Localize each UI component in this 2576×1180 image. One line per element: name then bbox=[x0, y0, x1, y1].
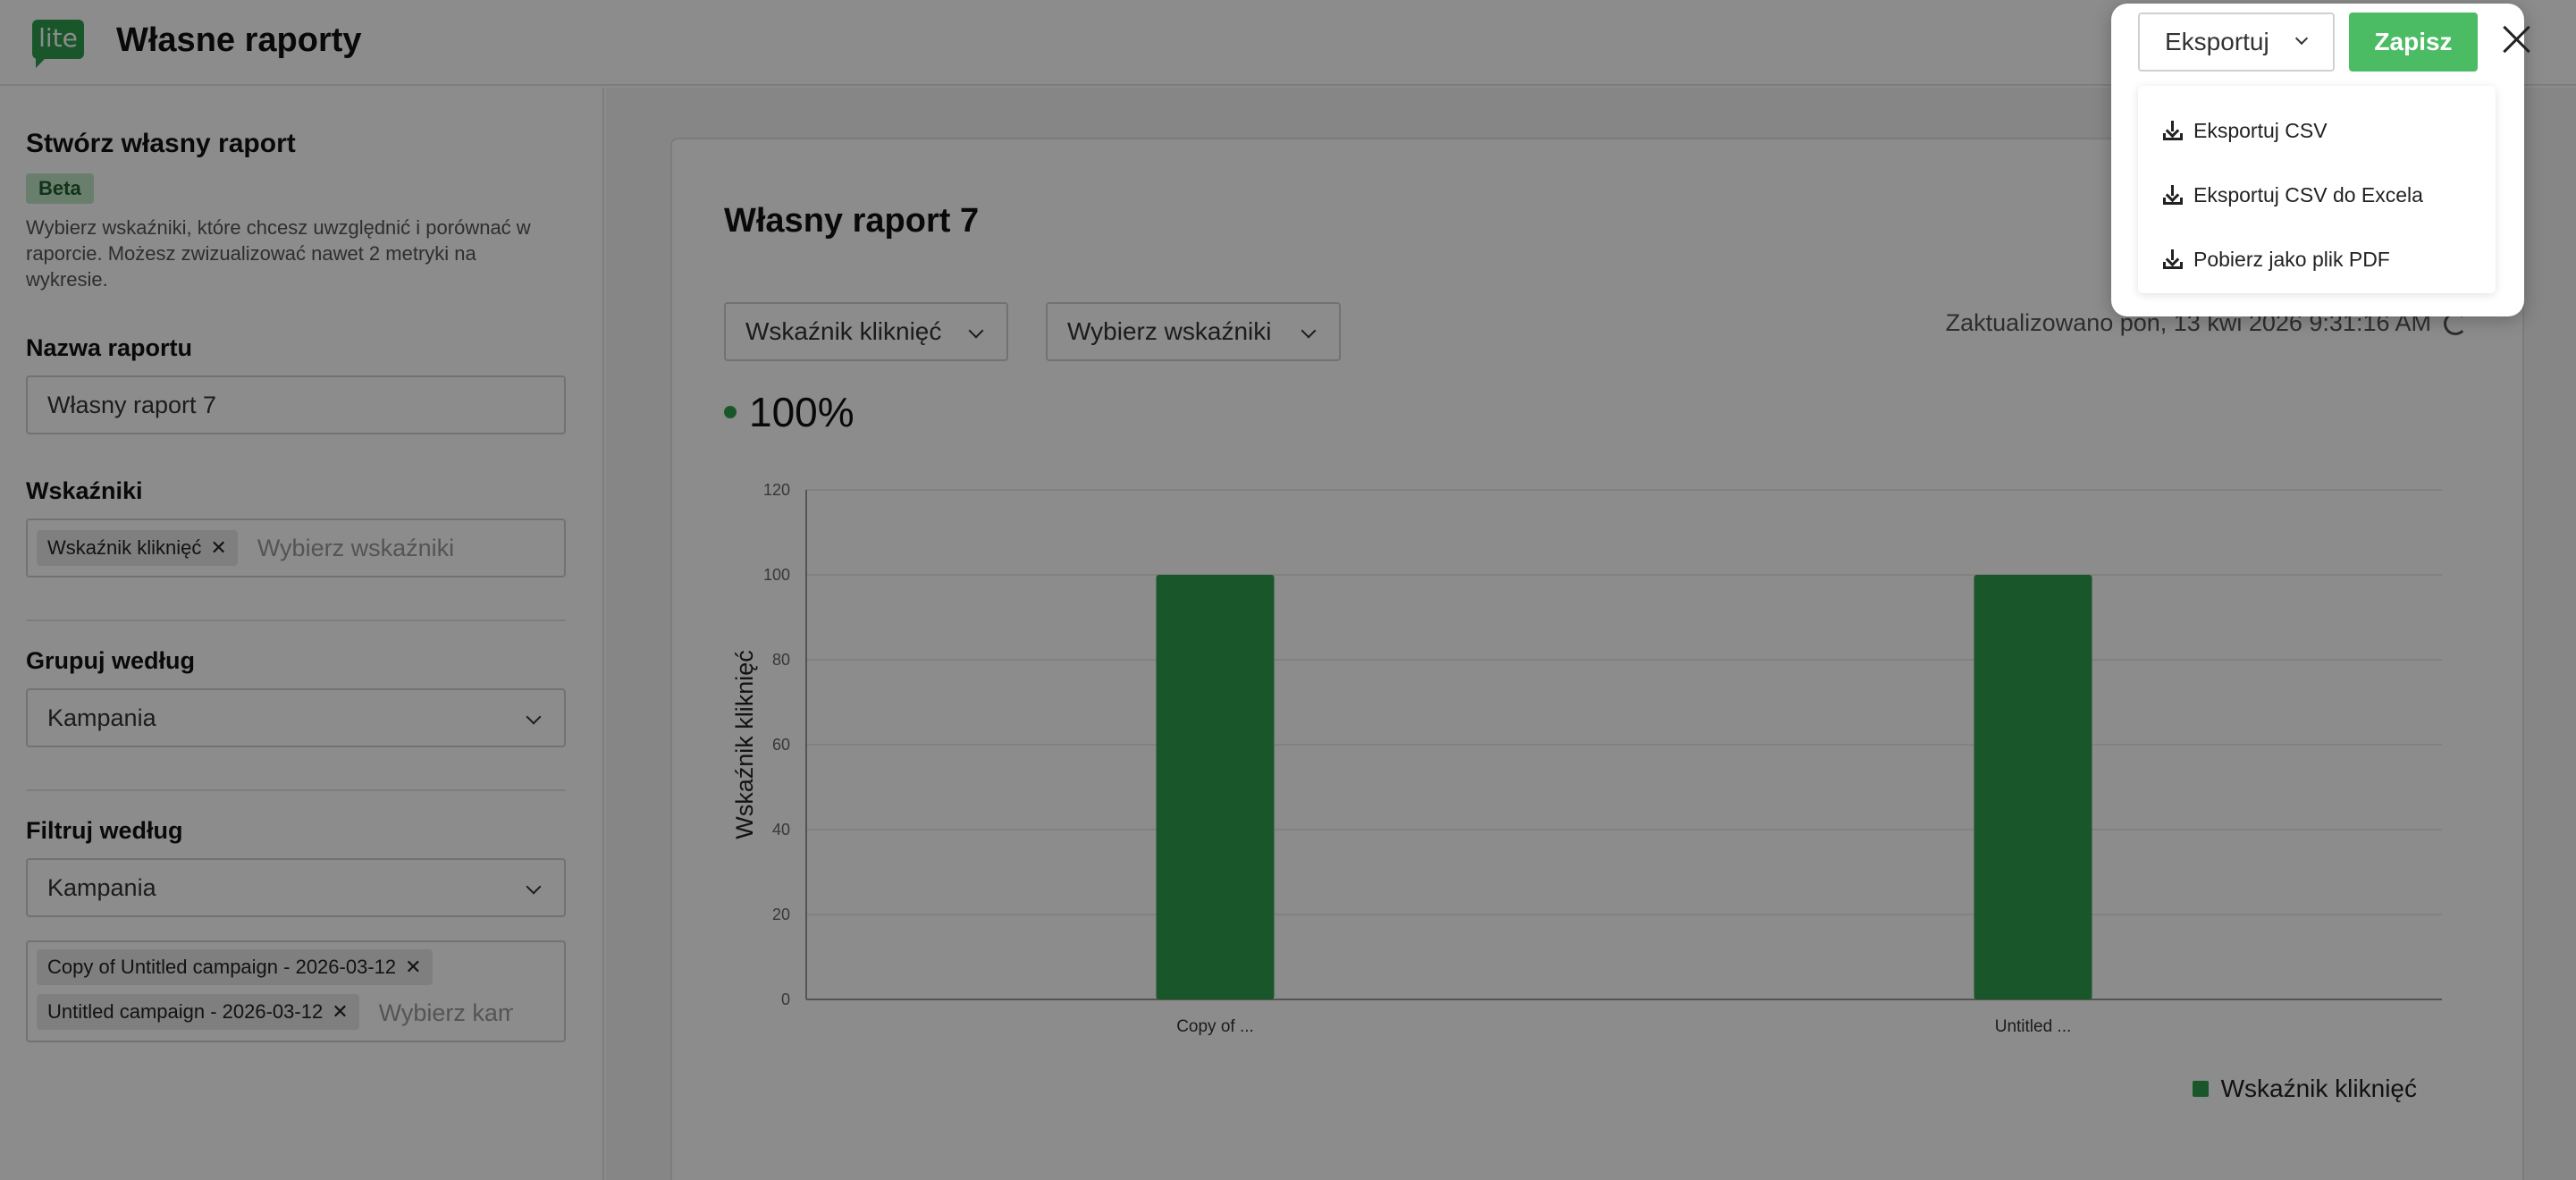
menu-item-label: Pobierz jako plik PDF bbox=[2193, 247, 2390, 271]
export-button-label: Eksportuj bbox=[2165, 28, 2269, 55]
download-icon bbox=[2163, 185, 2183, 205]
save-button[interactable]: Zapisz bbox=[2349, 13, 2478, 72]
export-csv-excel-item[interactable]: Eksportuj CSV do Excela bbox=[2138, 163, 2496, 227]
download-icon bbox=[2163, 249, 2183, 269]
download-icon bbox=[2163, 121, 2183, 140]
export-button[interactable]: Eksportuj bbox=[2138, 13, 2335, 72]
download-pdf-item[interactable]: Pobierz jako plik PDF bbox=[2138, 227, 2496, 291]
menu-item-label: Eksportuj CSV do Excela bbox=[2193, 182, 2423, 206]
export-save-popover: Eksportuj Zapisz Eksportuj CSV Eksportuj… bbox=[2111, 4, 2524, 316]
chevron-down-icon bbox=[2294, 31, 2309, 46]
close-icon[interactable] bbox=[2501, 23, 2533, 55]
menu-item-label: Eksportuj CSV bbox=[2193, 118, 2328, 142]
export-menu: Eksportuj CSV Eksportuj CSV do Excela Po… bbox=[2138, 86, 2496, 293]
export-csv-item[interactable]: Eksportuj CSV bbox=[2138, 98, 2496, 163]
